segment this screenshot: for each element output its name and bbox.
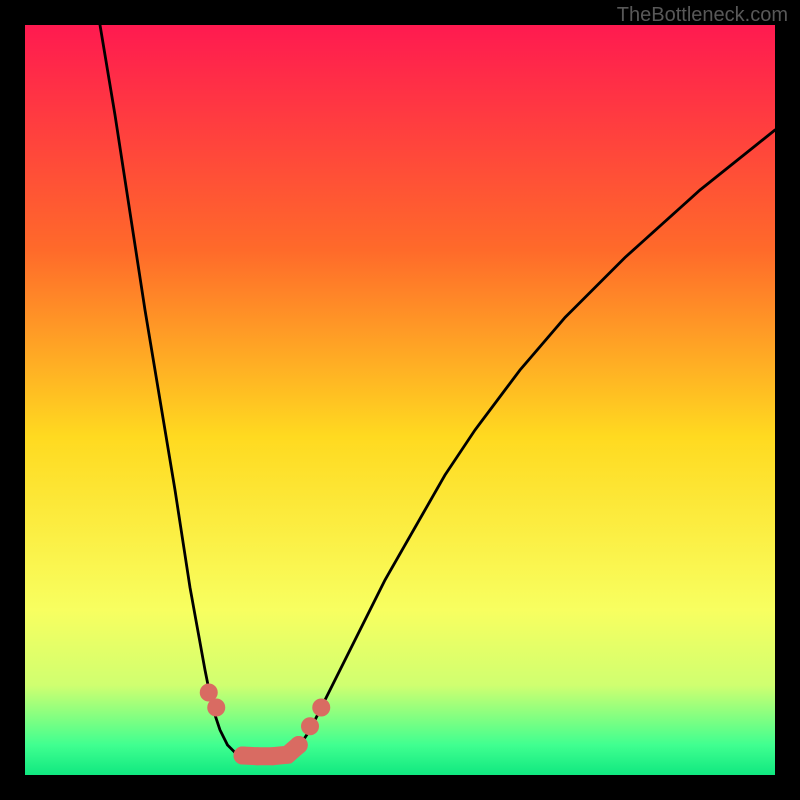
- watermark-text: TheBottleneck.com: [617, 4, 788, 27]
- chart-svg: [0, 0, 800, 800]
- highlight-marker: [207, 699, 225, 717]
- highlight-marker: [301, 717, 319, 735]
- highlight-marker: [312, 699, 330, 717]
- plot-area: [25, 25, 775, 775]
- bottleneck-chart: TheBottleneck.com: [0, 0, 800, 800]
